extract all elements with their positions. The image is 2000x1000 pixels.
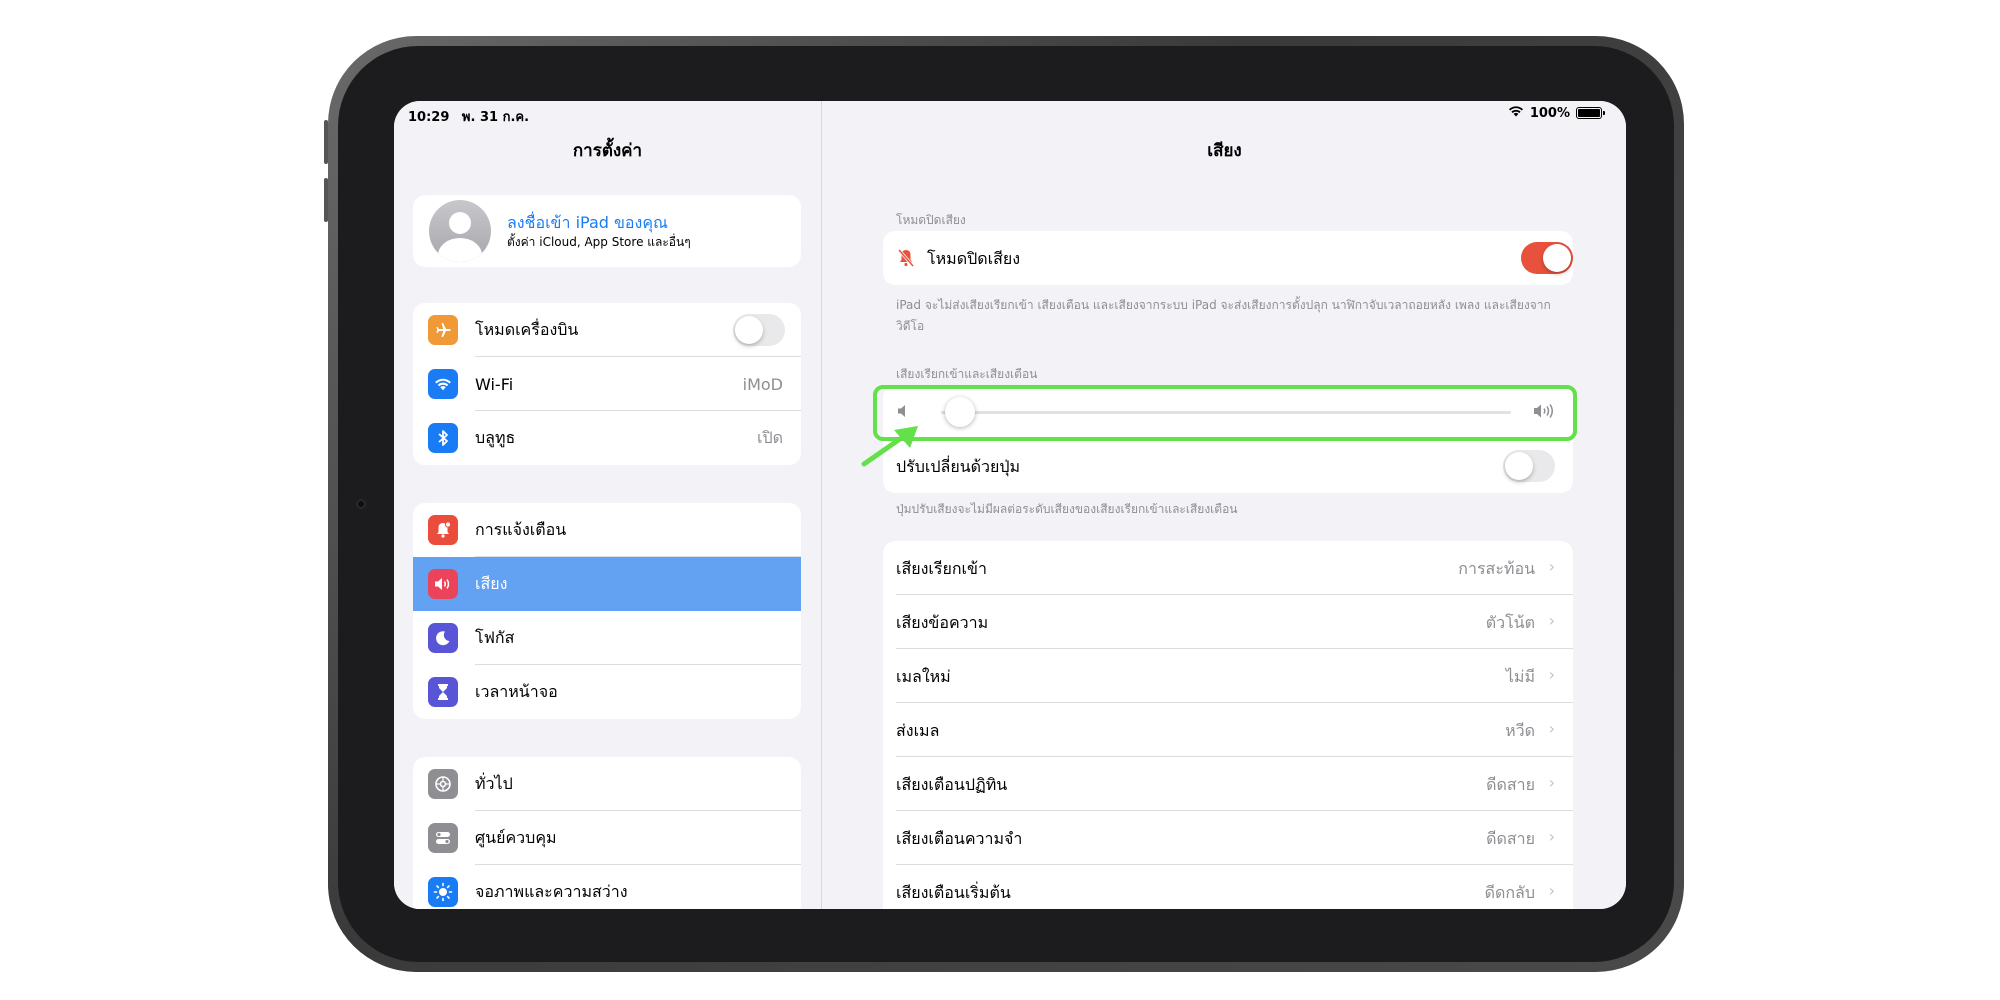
status-time: 10:29 [408,110,450,125]
sidebar-item-label: Wi-Fi [475,374,514,394]
chevron-right-icon: › [1548,557,1555,576]
list-item-label: เสียงเตือนเริ่มต้น [896,883,1011,902]
volume-button [324,120,328,164]
front-camera [356,499,366,509]
sidebar-item-screen-time[interactable]: เวลาหน้าจอ [413,665,801,719]
list-item-label: เมลใหม่ [896,667,951,686]
sidebar-item-bluetooth[interactable]: บลูทูธ เปิด [413,411,801,465]
notifications-group: การแจ้งเตือน เสียง โฟกัส เวลาหน้าจอ [413,503,801,719]
general-group: ทั่วไป ศูนย์ควบคุม จอภาพและความสว่าง [413,757,801,909]
sounds-detail-pane: เสียง โหมดปิดเสียง โหมดปิดเสียง iPad จะไ… [823,101,1626,909]
sidebar-item-label: ศูนย์ควบคุม [475,827,557,847]
chevron-right-icon: › [1548,773,1555,792]
chevron-right-icon: › [1548,881,1555,900]
avatar [429,200,491,262]
airplane-mode-toggle[interactable] [733,314,785,346]
list-item-label: เสียงข้อความ [896,613,989,632]
switches-icon [428,823,458,853]
sidebar-item-airplane-mode[interactable]: โหมดเครื่องบิน [413,303,801,357]
change-with-buttons-row[interactable]: ปรับเปลี่ยนด้วยปุ่ม [883,439,1573,493]
battery-icon [1576,107,1605,119]
ipad-screen: 10:29 พ. 31 ก.ค. 100% การตั้งค่า ลงชื่อเ… [394,101,1626,909]
silent-mode-group: โหมดปิดเสียง [883,231,1573,285]
sidebar-item-general[interactable]: ทั่วไป [413,757,801,811]
sidebar-item-label: จอภาพและความสว่าง [475,881,628,901]
connectivity-group: โหมดเครื่องบิน Wi-Fi iMoD บลูทูธ เปิด [413,303,801,465]
status-bar: 10:29 พ. 31 ก.ค. 100% [394,101,1626,127]
silent-mode-header: โหมดปิดเสียง [896,213,966,227]
list-item-value: ไม่มี [1505,667,1535,686]
sidebar-item-label: เวลาหน้าจอ [475,681,558,701]
sound-row-ringtone[interactable]: เสียงเรียกเข้า การสะท้อน › [883,541,1573,595]
list-item-value: ตัวโน้ต [1485,613,1535,632]
list-item-label: เสียงเตือนปฏิทิน [896,775,1008,794]
bluetooth-status: เปิด [756,427,783,447]
status-date: พ. 31 ก.ค. [461,110,530,125]
sound-row-default-alerts[interactable]: เสียงเตือนเริ่มต้น ดีดกลับ › [883,865,1573,909]
chevron-right-icon: › [1548,827,1555,846]
list-item-value: ดีดกลับ [1484,883,1535,902]
silent-mode-footer: iPad จะไม่ส่งเสียงเรียกเข้า เสียงเตือน แ… [896,298,1551,333]
moon-icon [428,623,458,653]
silent-mode-label: โหมดปิดเสียง [927,249,1021,268]
chevron-right-icon: › [1548,665,1555,684]
sign-in-subtitle: ตั้งค่า iCloud, App Store และอื่นๆ [507,235,691,249]
sidebar-item-control-center[interactable]: ศูนย์ควบคุม [413,811,801,865]
hourglass-icon [428,677,458,707]
sidebar-item-focus[interactable]: โฟกัส [413,611,801,665]
battery-percent: 100% [1529,105,1570,121]
list-item-label: เสียงเตือนความจำ [896,829,1023,848]
bell-badge-icon [428,515,458,545]
airplane-icon [428,315,458,345]
list-item-value: ดีดสาย [1486,775,1535,794]
silent-mode-toggle[interactable] [1521,242,1573,274]
change-with-buttons-toggle[interactable] [1503,450,1555,482]
wifi-status-icon [1508,105,1524,121]
sidebar-item-label: เสียง [475,573,508,593]
sidebar-item-sounds[interactable]: เสียง [413,557,801,611]
sound-row-new-mail[interactable]: เมลใหม่ ไม่มี › [883,649,1573,703]
bell-slash-icon [897,248,915,272]
sidebar-item-label: โหมดเครื่องบิน [475,319,579,339]
sound-row-sent-mail[interactable]: ส่งเมล หวีด › [883,703,1573,757]
pointer-arrow-icon [861,426,918,467]
gear-icon [428,769,458,799]
chevron-right-icon: › [1548,719,1555,738]
speaker-icon [428,569,458,599]
silent-mode-row[interactable]: โหมดปิดเสียง [883,231,1573,285]
bluetooth-icon [428,423,458,453]
sound-row-reminder-alerts[interactable]: เสียงเตือนความจำ ดีดสาย › [883,811,1573,865]
ringer-alerts-header: เสียงเรียกเข้าและเสียงเตือน [896,367,1038,381]
sun-icon [428,877,458,907]
buttons-footer: ปุ่มปรับเสียงจะไม่มีผลต่อระดับเสียงของเส… [896,502,1238,516]
sign-in-card[interactable]: ลงชื่อเข้า iPad ของคุณ ตั้งค่า iCloud, A… [413,195,801,267]
list-item-label: เสียงเรียกเข้า [896,559,987,578]
volume-button [324,178,328,222]
list-item-value: การสะท้อน [1458,559,1535,578]
sidebar-item-display-brightness[interactable]: จอภาพและความสว่าง [413,865,801,909]
settings-sidebar: การตั้งค่า ลงชื่อเข้า iPad ของคุณ ตั้งค่… [394,101,822,909]
sidebar-item-label: บลูทูธ [475,427,516,447]
wifi-network-name: iMoD [742,374,783,394]
sound-row-calendar-alerts[interactable]: เสียงเตือนปฏิทิน ดีดสาย › [883,757,1573,811]
sidebar-item-label: การแจ้งเตือน [475,519,567,539]
sidebar-title: การตั้งค่า [572,141,643,161]
list-item-value: หวีด [1505,721,1535,740]
page-title: เสียง [1207,141,1242,161]
sounds-list: เสียงเรียกเข้า การสะท้อน › เสียงข้อความ … [883,541,1573,909]
sidebar-item-label: ทั่วไป [475,773,513,793]
sidebar-item-wifi[interactable]: Wi-Fi iMoD [413,357,801,411]
sidebar-item-label: โฟกัส [475,627,515,647]
list-item-value: ดีดสาย [1486,829,1535,848]
wifi-icon [428,369,458,399]
sound-row-text-tone[interactable]: เสียงข้อความ ตัวโน้ต › [883,595,1573,649]
chevron-right-icon: › [1548,611,1555,630]
sidebar-item-notifications[interactable]: การแจ้งเตือน [413,503,801,557]
list-item-label: ส่งเมล [896,721,940,740]
slider-highlight-box [873,385,1577,441]
